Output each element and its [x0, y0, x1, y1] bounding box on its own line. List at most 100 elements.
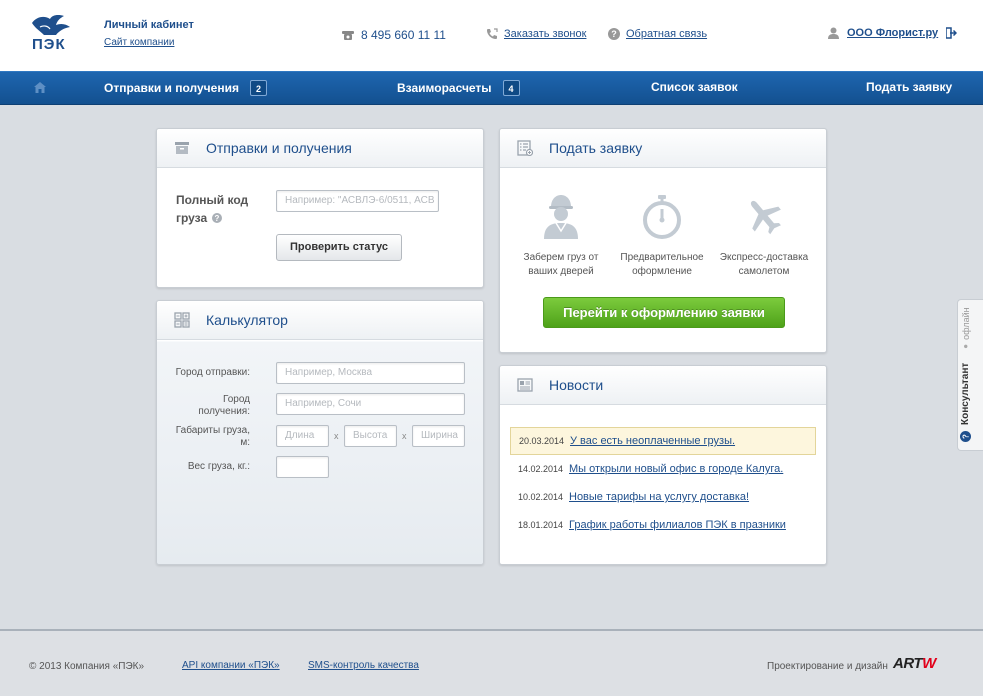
dimensions-label-line: м: — [240, 437, 250, 448]
cabinet-title: Личный кабинет — [104, 19, 194, 31]
cargo-code-label: Полный код груза ? — [176, 191, 248, 227]
help-icon[interactable]: ? — [212, 213, 223, 223]
nav-item-requests-list[interactable]: Список заявок — [651, 80, 738, 94]
nav-item-label: Отправки и получения — [104, 81, 239, 95]
dimension-separator: x — [334, 431, 339, 441]
logout-icon[interactable] — [946, 27, 958, 39]
length-input[interactable]: Длина — [276, 425, 329, 447]
calculator-icon — [174, 312, 190, 328]
to-city-label: Город получения: — [157, 394, 250, 418]
user-name-link[interactable]: ООО Флорист.ру — [847, 27, 938, 39]
api-link[interactable]: API компании «ПЭК» — [182, 660, 280, 671]
designed-by: Проектирование и дизайн — [767, 661, 888, 672]
news-item: 10.02.2014 Новые тарифы на услугу достав… — [510, 483, 816, 511]
height-input[interactable]: Высота — [344, 425, 397, 447]
panel-title: Новости — [549, 377, 604, 393]
consultant-label-group: ? Консультант ● офлайн — [960, 307, 971, 442]
nav-item-submit-request[interactable]: Подать заявку — [866, 80, 952, 94]
feedback[interactable]: ? Обратная связь — [608, 28, 707, 40]
news-date: 18.01.2014 — [518, 520, 564, 530]
feature-caption: оформление — [632, 266, 692, 277]
weight-input[interactable] — [276, 456, 329, 478]
panel-title: Подать заявку — [549, 140, 643, 156]
to-city-label-line: Город — [222, 394, 250, 405]
consultant-status: офлайн — [960, 307, 971, 340]
feature-preliminary-registration: Предварительное оформление — [617, 193, 707, 279]
box-icon — [175, 142, 189, 154]
company-site-link[interactable]: Сайт компании — [104, 37, 174, 48]
nav-badge: 2 — [249, 80, 267, 96]
tracking-panel: Отправки и получения Полный код груза ? … — [156, 128, 484, 288]
news-item: 14.02.2014 Мы открыли новый офис в город… — [510, 455, 816, 483]
nav-item-label: Список заявок — [651, 80, 738, 94]
artw-logo-accent: W — [922, 655, 936, 672]
copyright: © 2013 Компания «ПЭК» — [29, 661, 145, 672]
news-item: 20.03.2014 У вас есть неоплаченные грузы… — [510, 427, 816, 455]
panel-title: Отправки и получения — [206, 140, 352, 156]
newspaper-icon — [517, 378, 533, 392]
from-city-label: Город отправки: — [175, 367, 250, 378]
consultant-tab[interactable]: ? Консультант ● офлайн — [957, 299, 983, 451]
stopwatch-icon — [643, 195, 681, 239]
main-nav: Отправки и получения 2 Взаиморасчеты 4 С… — [0, 71, 983, 105]
check-status-button[interactable]: Проверить статус — [276, 234, 402, 261]
width-input[interactable]: Ширина — [412, 425, 465, 447]
to-city-input[interactable]: Например, Сочи — [276, 393, 465, 415]
header: ПЭК Личный кабинет Сайт компании 8 495 6… — [0, 0, 983, 71]
calculator-panel: Калькулятор Город отправки: Например, Мо… — [156, 300, 484, 565]
news-date: 14.02.2014 — [518, 464, 564, 474]
nav-item-settlements[interactable]: Взаиморасчеты 4 — [397, 80, 520, 96]
svg-text:?: ? — [215, 214, 220, 223]
nav-item-shipments[interactable]: Отправки и получения 2 — [104, 80, 267, 96]
feature-caption: самолетом — [738, 266, 790, 277]
callback-link[interactable]: Заказать звонок — [504, 28, 586, 40]
callback[interactable]: Заказать звонок — [486, 28, 586, 40]
news-link[interactable]: У вас есть неоплаченные грузы. — [570, 435, 735, 447]
checklist-icon — [517, 140, 533, 156]
panel-header: Подать заявку — [500, 129, 826, 168]
artw-logo-main: ART — [893, 655, 923, 672]
submit-request-panel: Подать заявку Заберем груз от ваших двер… — [499, 128, 827, 353]
news-link[interactable]: График работы филиалов ПЭК в празники — [569, 519, 786, 531]
news-link[interactable]: Новые тарифы на услугу доставка! — [569, 491, 749, 503]
cargo-code-label-line: груза — [176, 211, 208, 225]
feature-caption: Предварительное — [620, 252, 704, 263]
artw-logo[interactable]: ARTW — [893, 655, 936, 672]
dimension-separator: x — [402, 431, 407, 441]
pek-logo[interactable]: ПЭК — [26, 13, 74, 55]
feature-air-express: Экспресс-доставка самолетом — [719, 193, 809, 279]
news-item: 18.01.2014 График работы филиалов ПЭК в … — [510, 511, 816, 539]
go-to-request-button[interactable]: Перейти к оформлению заявки — [543, 297, 785, 328]
home-icon[interactable] — [34, 82, 46, 93]
from-city-input[interactable]: Например, Москва — [276, 362, 465, 384]
phone: 8 495 660 11 11 — [342, 28, 446, 42]
phone-icon — [342, 31, 354, 40]
panel-header: Отправки и получения — [157, 129, 483, 168]
callback-icon — [487, 28, 498, 39]
svg-text:?: ? — [611, 29, 617, 39]
feedback-link[interactable]: Обратная связь — [626, 28, 707, 40]
sms-control-link[interactable]: SMS-контроль качества — [308, 660, 419, 671]
news-link[interactable]: Мы открыли новый офис в городе Калуга. — [569, 463, 783, 475]
courier-icon — [544, 195, 578, 239]
cargo-code-input[interactable]: Например: "АСВЛЭ-6/0511, АСВ — [276, 190, 439, 212]
feature-caption: ваших дверей — [528, 266, 594, 277]
to-city-label-line: получения: — [198, 406, 250, 417]
help-icon: ? — [608, 28, 620, 40]
nav-badge: 4 — [502, 80, 520, 96]
user-icon — [828, 27, 839, 39]
dimensions-label-line: Габариты груза, — [175, 425, 250, 436]
panel-title: Калькулятор — [206, 312, 288, 328]
weight-label: Вес груза, кг.: — [187, 461, 250, 472]
panel-header: Калькулятор — [157, 301, 483, 340]
nav-item-label: Подать заявку — [866, 80, 953, 94]
feature-caption: Заберем груз от — [523, 252, 599, 263]
phone-number: 8 495 660 11 11 — [361, 28, 446, 42]
nav-item-label: Взаиморасчеты — [397, 81, 492, 95]
logo-text: ПЭК — [32, 36, 66, 53]
consultant-label: Консультант — [960, 362, 971, 425]
news-date: 10.02.2014 — [518, 492, 564, 502]
news-panel: Новости 20.03.2014 У вас есть неоплаченн… — [499, 365, 827, 565]
user-menu[interactable]: ООО Флорист.ру — [828, 27, 965, 39]
news-date: 20.03.2014 — [519, 436, 565, 446]
